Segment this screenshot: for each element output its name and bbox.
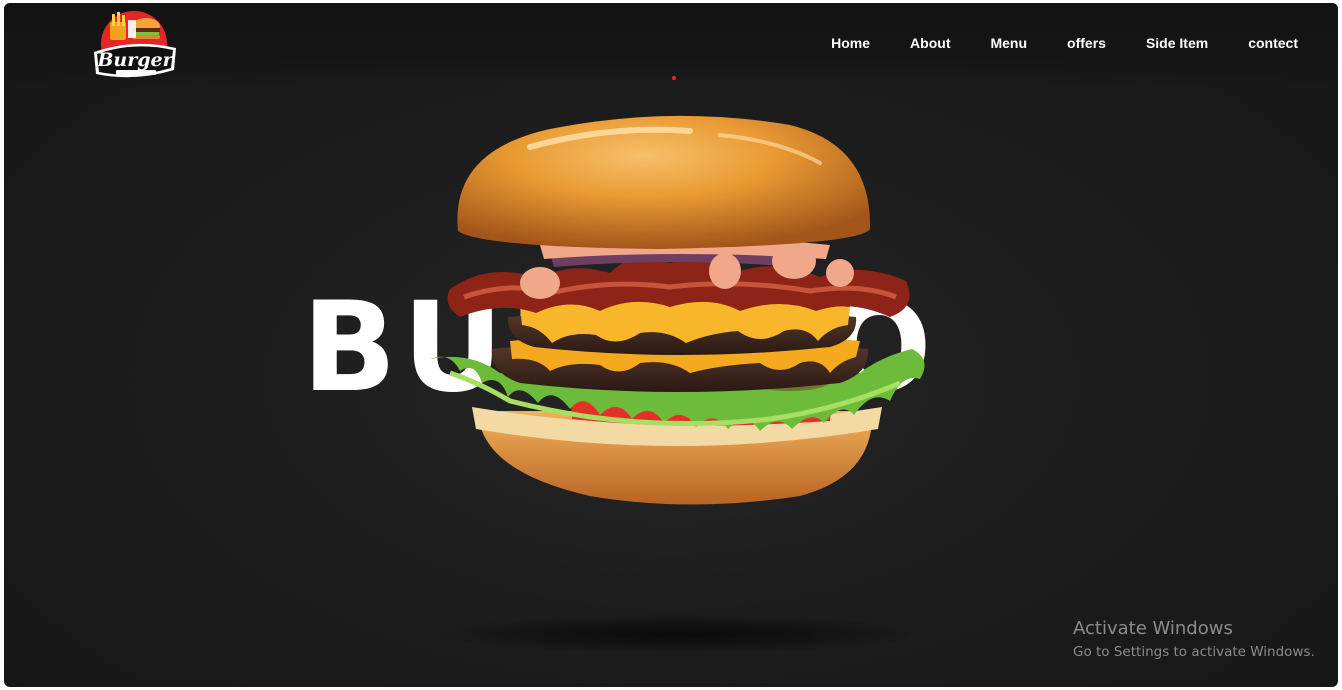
nav-offers[interactable]: offers <box>1067 33 1106 53</box>
site-header: Burger Home About Menu offers Side Item … <box>4 3 1338 85</box>
page-frame: Burger Home About Menu offers Side Item … <box>4 3 1338 687</box>
nav-contect[interactable]: contect <box>1248 33 1298 53</box>
accent-dot <box>672 76 676 80</box>
burger-illustration-icon <box>430 115 925 505</box>
brand-logo[interactable]: Burger <box>90 8 180 86</box>
watermark-title: Activate Windows <box>1073 618 1233 639</box>
logo-text: Burger <box>96 49 174 71</box>
burger-shadow <box>444 615 914 653</box>
nav-side-item[interactable]: Side Item <box>1146 33 1208 53</box>
watermark-subtitle: Go to Settings to activate Windows. <box>1073 644 1315 660</box>
nav-about[interactable]: About <box>910 33 950 53</box>
burger-logo-icon: Burger <box>94 11 176 78</box>
windows-activation-watermark: Activate Windows Go to Settings to activ… <box>1073 617 1315 662</box>
nav-menu[interactable]: Menu <box>990 33 1027 53</box>
hero-burger-image <box>420 111 940 511</box>
main-nav: Home About Menu offers Side Item contect <box>791 33 1298 53</box>
nav-home[interactable]: Home <box>831 33 870 53</box>
